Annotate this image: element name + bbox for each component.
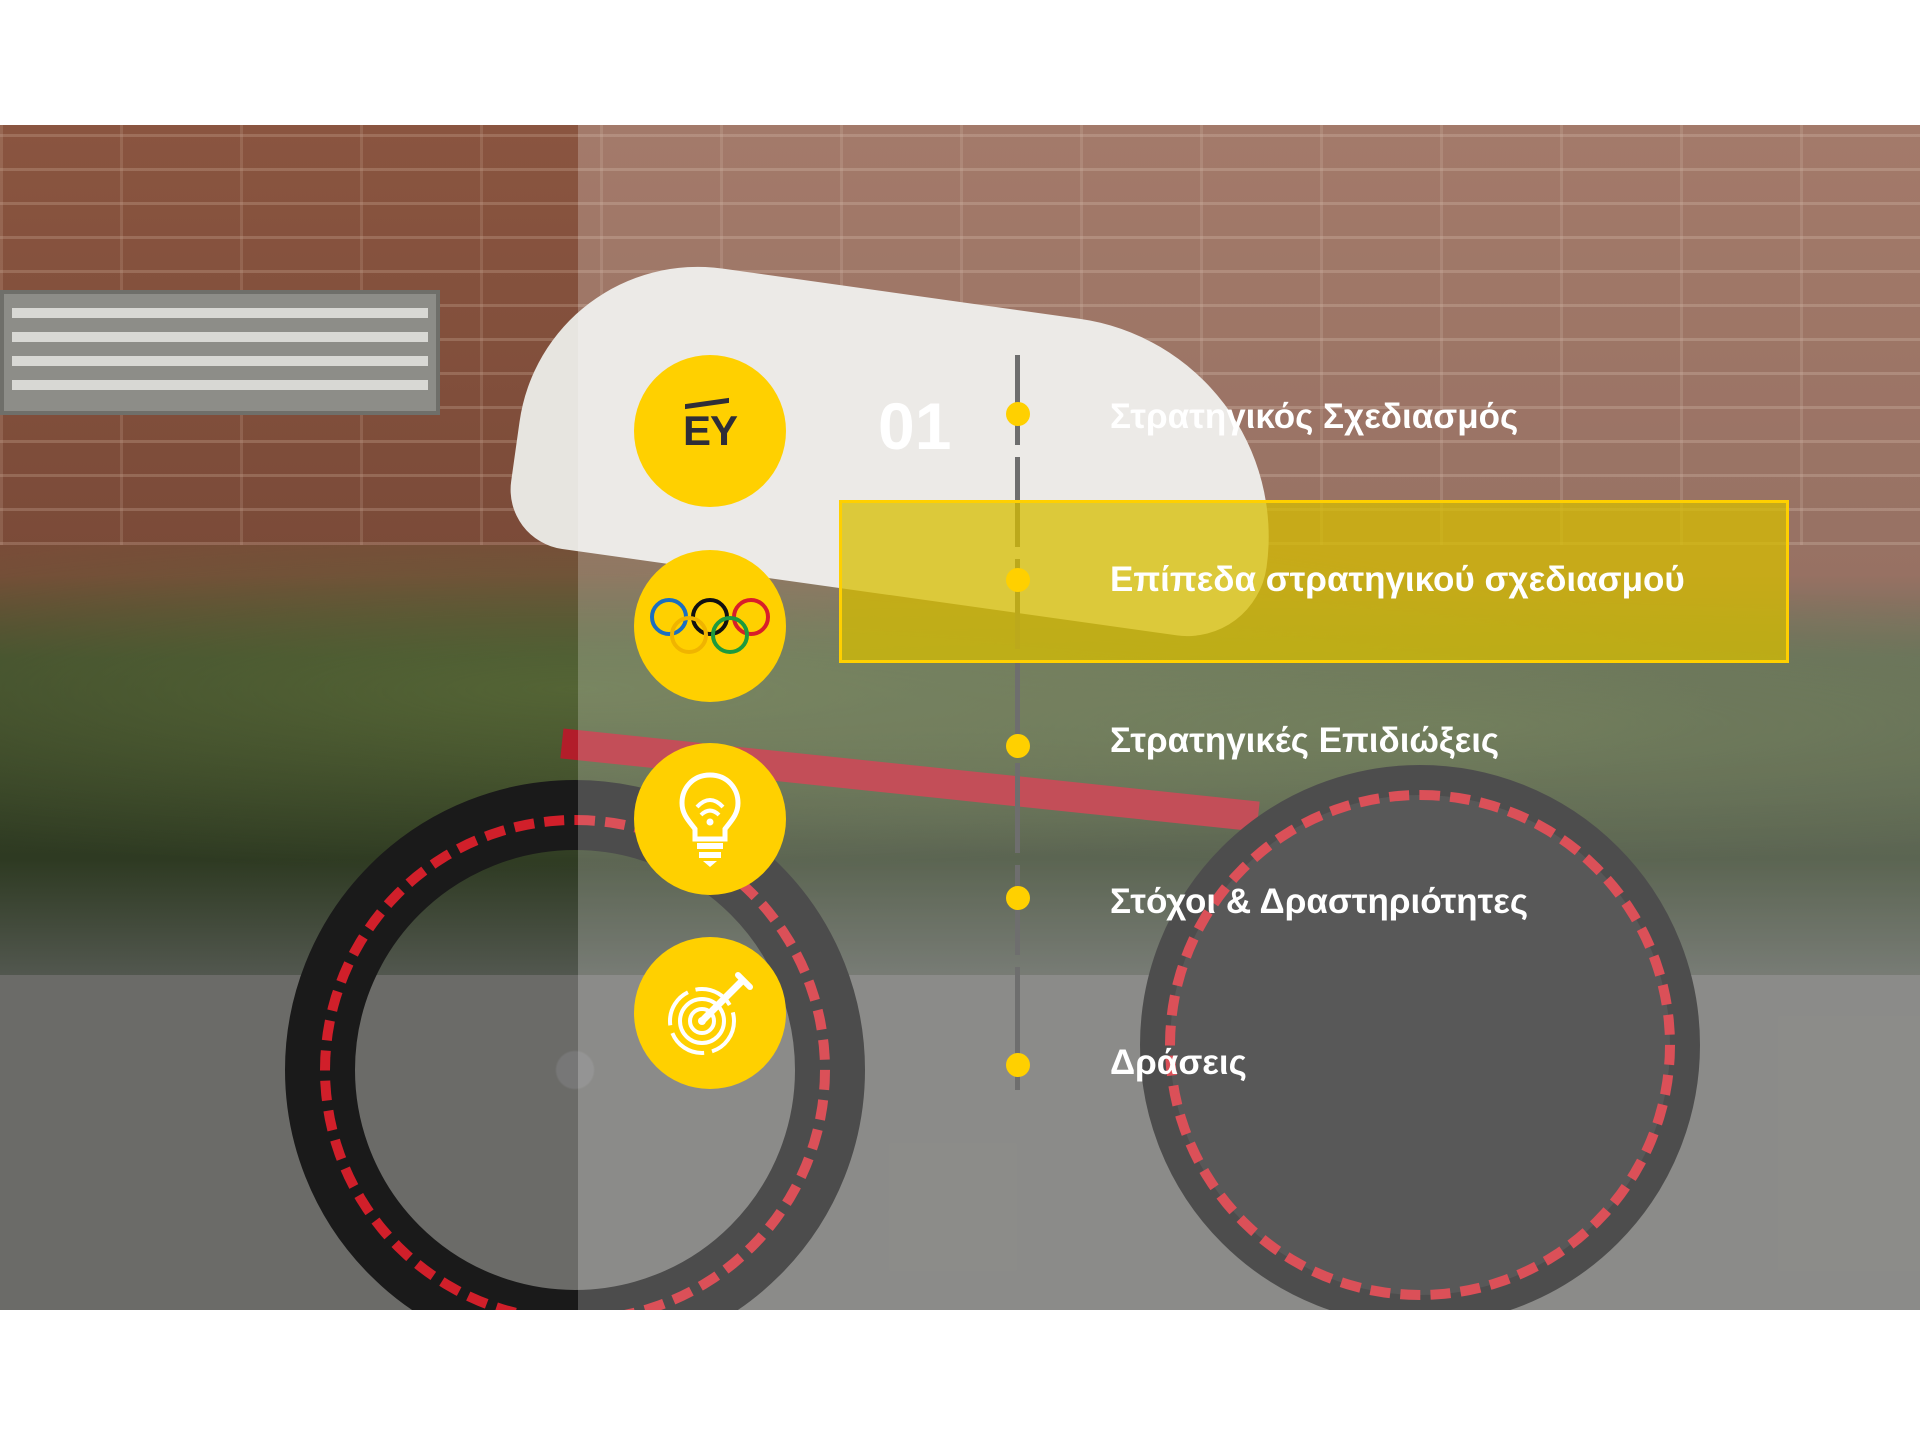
target-pencil-icon [668,972,753,1055]
agenda-item-strategic-goals[interactable]: Στρατηγικές Επιδιώξεις [1110,721,1499,761]
timeline-dot [1006,402,1030,426]
olympic-rings-circle [634,550,786,702]
target-circle [634,937,786,1089]
timeline-dot [1006,568,1030,592]
timeline-dot [1006,734,1030,758]
agenda-item-objectives-activities[interactable]: Στόχοι & Δραστηριότητες [1110,882,1528,922]
timeline-line [1015,355,1020,1090]
ey-logo-circle: EY [634,355,786,507]
translucent-panel [578,125,1920,1310]
agenda-item-actions[interactable]: Δράσεις [1110,1043,1247,1083]
olympic-rings-icon [650,598,770,654]
timeline-dot [1006,1053,1030,1077]
timeline-dot [1006,886,1030,910]
ey-logo: EY [682,407,738,454]
wall-vent [0,290,440,415]
lightbulb-circle [634,743,786,895]
agenda-item-strategic-planning[interactable]: Στρατηγικός Σχεδιασμός [1110,397,1518,437]
section-number: 01 [878,389,952,463]
agenda-item-planning-levels[interactable]: Επίπεδα στρατηγικού σχεδιασμού [1110,560,1685,600]
lightbulb-icon [679,772,741,867]
